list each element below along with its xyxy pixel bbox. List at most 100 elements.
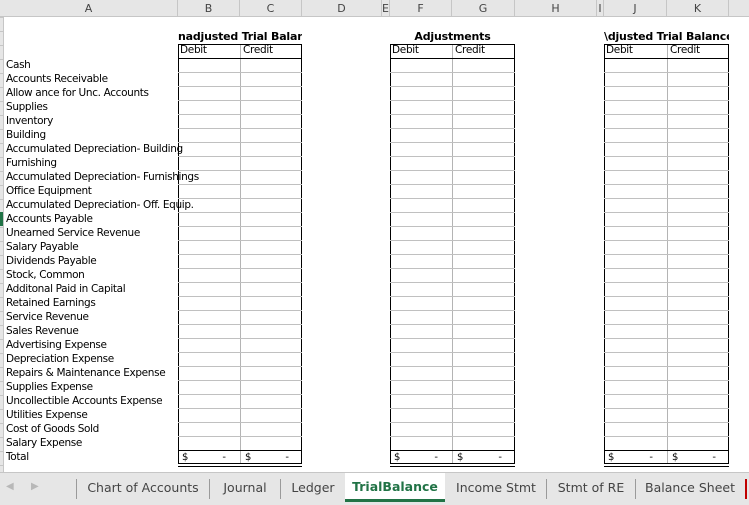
account-label[interactable]: Utilities Expense xyxy=(6,408,88,422)
tab-trial-balance[interactable]: TrialBalance xyxy=(345,473,445,502)
table-row[interactable] xyxy=(178,422,302,436)
account-label[interactable]: Accumulated Depreciation- Off. Equip. xyxy=(6,198,194,212)
total-debit-cell[interactable]: $ - xyxy=(604,451,667,465)
column-header-b[interactable]: B xyxy=(178,0,240,17)
table-row[interactable] xyxy=(604,142,729,156)
table-row[interactable] xyxy=(390,184,515,198)
table-row[interactable] xyxy=(178,310,302,324)
table-row[interactable] xyxy=(178,380,302,394)
tab-journal[interactable]: Journal xyxy=(210,473,280,503)
table-row[interactable] xyxy=(178,198,302,212)
total-credit-cell[interactable]: $ - xyxy=(668,451,730,465)
account-label[interactable]: Accumulated Depreciation- Building xyxy=(6,142,183,156)
table-row[interactable] xyxy=(390,268,515,282)
account-label[interactable]: Building xyxy=(6,128,46,142)
table-row[interactable] xyxy=(604,114,729,128)
column-header-i[interactable]: I xyxy=(597,0,604,17)
account-label[interactable]: Allow ance for Unc. Accounts xyxy=(6,86,149,100)
tab-ledger[interactable]: Ledger xyxy=(281,473,345,503)
table-row[interactable] xyxy=(390,170,515,184)
tab-balance-sheet[interactable]: Balance Sheet xyxy=(636,473,744,503)
table-row[interactable] xyxy=(390,394,515,408)
table-row[interactable] xyxy=(604,268,729,282)
table-row[interactable] xyxy=(178,240,302,254)
table-row[interactable] xyxy=(390,114,515,128)
table-row[interactable] xyxy=(178,170,302,184)
table-row[interactable] xyxy=(178,86,302,100)
account-label[interactable]: Unearned Service Revenue xyxy=(6,226,140,240)
table-row[interactable] xyxy=(390,422,515,436)
account-label[interactable]: Accounts Receivable xyxy=(6,72,108,86)
table-row[interactable] xyxy=(178,338,302,352)
account-label[interactable]: Cash xyxy=(6,58,31,72)
account-label[interactable]: Salary Expense xyxy=(6,436,82,450)
account-label[interactable]: Supplies Expense xyxy=(6,380,93,394)
table-row[interactable] xyxy=(604,212,729,226)
total-debit-cell[interactable]: $ - xyxy=(390,451,452,465)
table-row[interactable] xyxy=(390,366,515,380)
scroll-tabs-right-icon[interactable]: ▶ xyxy=(31,481,39,492)
total-label[interactable]: Total xyxy=(6,450,29,464)
account-label[interactable]: Retained Earnings xyxy=(6,296,96,310)
table-row[interactable] xyxy=(390,254,515,268)
account-label[interactable]: Supplies xyxy=(6,100,48,114)
table-row[interactable] xyxy=(604,296,729,310)
table-row[interactable] xyxy=(604,282,729,296)
table-row[interactable] xyxy=(178,324,302,338)
worksheet-grid[interactable]: nadjusted Trial Balanc Adjustments \djus… xyxy=(0,17,749,472)
table-row[interactable] xyxy=(178,156,302,170)
account-label[interactable]: Depreciation Expense xyxy=(6,352,114,366)
tab-stmt-of-re[interactable]: Stmt of RE xyxy=(547,473,635,503)
table-row[interactable] xyxy=(390,240,515,254)
table-row[interactable] xyxy=(390,100,515,114)
table-row[interactable] xyxy=(390,128,515,142)
table-row[interactable] xyxy=(390,282,515,296)
table-row[interactable] xyxy=(604,240,729,254)
table-row[interactable] xyxy=(390,324,515,338)
table-row[interactable] xyxy=(178,254,302,268)
table-row[interactable] xyxy=(604,100,729,114)
table-row[interactable] xyxy=(178,282,302,296)
table-row[interactable] xyxy=(604,170,729,184)
table-row[interactable] xyxy=(390,436,515,450)
account-label[interactable]: Accounts Payable xyxy=(6,212,93,226)
account-label[interactable]: Repairs & Maintenance Expense xyxy=(6,366,166,380)
account-label[interactable]: Uncollectible Accounts Expense xyxy=(6,394,163,408)
account-label[interactable]: Salary Payable xyxy=(6,240,79,254)
column-header-a[interactable]: A xyxy=(0,0,178,17)
table-row[interactable] xyxy=(604,226,729,240)
total-credit-cell[interactable]: $ - xyxy=(241,451,303,465)
table-row[interactable] xyxy=(390,198,515,212)
table-row[interactable] xyxy=(390,310,515,324)
table-row[interactable] xyxy=(178,296,302,310)
scroll-tabs-left-icon[interactable]: ◀ xyxy=(6,481,14,492)
table-row[interactable] xyxy=(390,338,515,352)
account-label[interactable]: Cost of Goods Sold xyxy=(6,422,99,436)
column-header-h[interactable]: H xyxy=(515,0,597,17)
total-credit-cell[interactable]: $ - xyxy=(453,451,516,465)
column-header-j[interactable]: J xyxy=(604,0,667,17)
account-label[interactable]: Stock, Common xyxy=(6,268,85,282)
table-row[interactable] xyxy=(604,394,729,408)
table-row[interactable] xyxy=(178,408,302,422)
table-row[interactable] xyxy=(178,142,302,156)
table-row[interactable] xyxy=(178,184,302,198)
table-row[interactable] xyxy=(178,72,302,86)
table-row[interactable] xyxy=(390,86,515,100)
table-row[interactable] xyxy=(178,394,302,408)
column-header-f[interactable]: F xyxy=(390,0,452,17)
table-row[interactable] xyxy=(604,408,729,422)
table-row[interactable] xyxy=(604,184,729,198)
table-row[interactable] xyxy=(178,268,302,282)
table-row[interactable] xyxy=(390,408,515,422)
table-row[interactable] xyxy=(604,436,729,450)
column-header-g[interactable]: G xyxy=(452,0,515,17)
account-label[interactable]: Accumulated Depreciation- Furnishings xyxy=(6,170,199,184)
table-row[interactable] xyxy=(178,100,302,114)
column-header-d[interactable]: D xyxy=(302,0,382,17)
table-row[interactable] xyxy=(604,324,729,338)
table-row[interactable] xyxy=(390,296,515,310)
account-label[interactable]: Sales Revenue xyxy=(6,324,79,338)
table-row[interactable] xyxy=(178,128,302,142)
table-row[interactable] xyxy=(178,366,302,380)
